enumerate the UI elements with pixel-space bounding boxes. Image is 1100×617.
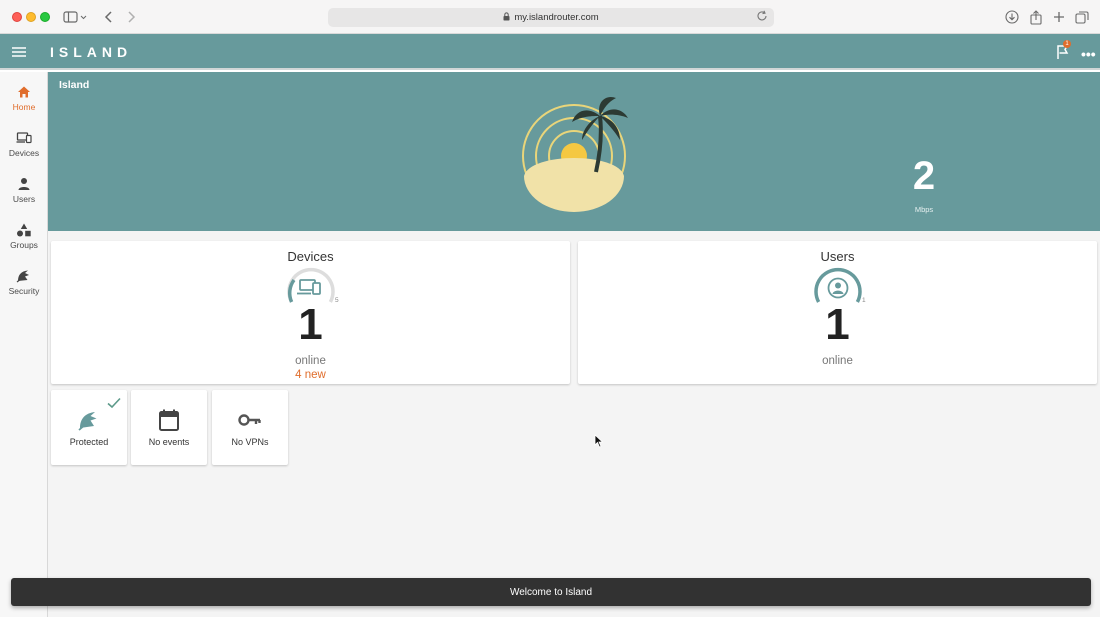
fullscreen-window-button[interactable] xyxy=(40,12,50,22)
users-card-title: Users xyxy=(820,249,855,264)
browser-toolbar: my.islandrouter.com xyxy=(0,0,1100,34)
check-icon xyxy=(107,396,121,409)
devices-status-label: online xyxy=(295,355,326,367)
minimize-window-button[interactable] xyxy=(26,12,36,22)
groups-icon xyxy=(16,222,32,238)
sidebar: Home Devices Users Groups Security xyxy=(0,72,48,617)
island-logo xyxy=(516,92,636,214)
snackbar: Welcome to Island xyxy=(11,578,1091,606)
forward-icon[interactable] xyxy=(124,8,138,26)
sidebar-item-security[interactable]: Security xyxy=(0,268,48,308)
events-tile[interactable]: No events xyxy=(131,390,207,465)
users-status-label: online xyxy=(822,355,853,367)
users-online-count: 1 xyxy=(825,300,850,349)
page-title: Island xyxy=(59,79,90,91)
sidebar-toggle-icon[interactable] xyxy=(62,8,88,26)
brand-logo: ISLAND xyxy=(50,44,133,60)
security-icon xyxy=(77,408,101,432)
hero-banner: Island 2 Mbps xyxy=(48,72,1100,231)
users-card[interactable]: Users 1 1 online xyxy=(578,241,1097,384)
sidebar-item-home[interactable]: Home xyxy=(0,84,48,124)
notification-badge: 1 xyxy=(1063,40,1071,48)
reload-icon[interactable] xyxy=(756,10,768,25)
events-label: No events xyxy=(148,437,190,447)
sidebar-item-groups[interactable]: Groups xyxy=(0,222,48,262)
close-window-button[interactable] xyxy=(12,12,22,22)
main-content: Island 2 Mbps Devices 5 1 online 4 new U… xyxy=(48,72,1100,617)
speed-value: 2 xyxy=(912,154,936,198)
app-header: ISLAND 1 ••• xyxy=(0,34,1100,70)
speed-unit: Mbps xyxy=(914,205,934,214)
security-icon xyxy=(16,268,32,284)
devices-online-count: 1 xyxy=(298,300,323,349)
vpn-label: No VPNs xyxy=(231,437,269,447)
protected-label: Protected xyxy=(69,437,109,447)
vpn-tile[interactable]: No VPNs xyxy=(212,390,288,465)
new-tab-icon[interactable] xyxy=(1052,8,1066,26)
sidebar-item-devices[interactable]: Devices xyxy=(0,130,48,170)
menu-icon[interactable] xyxy=(10,44,28,60)
devices-icon xyxy=(297,279,321,295)
devices-new-label[interactable]: 4 new xyxy=(51,369,570,381)
share-icon[interactable] xyxy=(1028,8,1044,26)
url-text: my.islandrouter.com xyxy=(514,12,599,23)
devices-icon xyxy=(16,130,32,146)
snackbar-message: Welcome to Island xyxy=(509,586,593,598)
key-icon xyxy=(238,408,262,432)
mouse-cursor-icon xyxy=(594,434,604,448)
more-options-icon[interactable]: ••• xyxy=(1081,46,1096,62)
tab-overview-icon[interactable] xyxy=(1074,8,1090,26)
address-bar[interactable]: my.islandrouter.com xyxy=(328,8,774,27)
devices-card[interactable]: Devices 5 1 online 4 new xyxy=(51,241,570,384)
back-icon[interactable] xyxy=(102,8,116,26)
lock-icon xyxy=(503,11,510,24)
user-icon xyxy=(827,277,849,299)
calendar-icon xyxy=(157,408,181,432)
protected-tile[interactable]: Protected xyxy=(51,390,127,465)
download-icon[interactable] xyxy=(1004,8,1020,26)
user-icon xyxy=(16,176,32,192)
devices-card-title: Devices xyxy=(287,249,334,264)
home-icon xyxy=(16,84,32,100)
sidebar-item-users[interactable]: Users xyxy=(0,176,48,216)
